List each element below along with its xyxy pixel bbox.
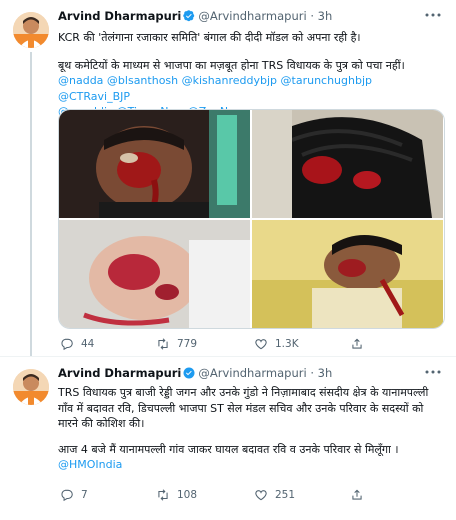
share-button[interactable] bbox=[350, 487, 364, 503]
mention-link[interactable]: @tarunchughbjp bbox=[281, 74, 373, 87]
tweet[interactable]: Arvind Dharmapuri @Arvindharmapuri · 3h T… bbox=[0, 356, 456, 520]
reply-icon bbox=[61, 338, 73, 351]
share-icon bbox=[352, 489, 362, 500]
verified-badge-icon bbox=[183, 367, 195, 382]
like-count: 1.3K bbox=[275, 338, 299, 350]
media-photo-2[interactable] bbox=[252, 110, 443, 218]
mention-link[interactable]: @blsanthosh bbox=[107, 74, 178, 87]
media-photo-4[interactable] bbox=[252, 220, 443, 328]
media-photo-1[interactable] bbox=[59, 110, 250, 218]
more-icon[interactable] bbox=[424, 8, 442, 22]
avatar[interactable] bbox=[13, 12, 49, 48]
thread-connector bbox=[30, 52, 32, 356]
like-icon bbox=[255, 490, 267, 501]
reply-icon bbox=[61, 489, 73, 502]
tweet[interactable]: Arvind Dharmapuri @Arvindharmapuri · 3h K… bbox=[0, 0, 456, 356]
mention-link[interactable]: @kishanreddybjp bbox=[182, 74, 277, 87]
tweet-header: Arvind Dharmapuri @Arvindharmapuri · 3h bbox=[58, 9, 418, 27]
author-name[interactable]: Arvind Dharmapuri bbox=[58, 366, 181, 380]
separator-dot: · bbox=[310, 9, 314, 23]
author-handle[interactable]: @Arvindharmapuri bbox=[198, 9, 306, 23]
tweet-line: KCR की 'तेलंगाना रजाकार समिति' बंगाल की … bbox=[58, 31, 361, 44]
timestamp[interactable]: 3h bbox=[318, 366, 333, 380]
like-button[interactable]: 1.3K bbox=[254, 336, 299, 352]
retweet-button[interactable]: 779 bbox=[156, 336, 197, 352]
mention-link[interactable]: @CTRavi_BJP bbox=[58, 90, 130, 103]
retweet-button[interactable]: 108 bbox=[156, 487, 197, 503]
reply-button[interactable]: 44 bbox=[60, 336, 94, 352]
like-count: 251 bbox=[275, 489, 296, 501]
mention-link[interactable]: @nadda bbox=[58, 74, 103, 87]
reply-count: 7 bbox=[81, 489, 88, 501]
like-icon bbox=[255, 339, 267, 350]
timestamp[interactable]: 3h bbox=[318, 9, 333, 23]
retweet-count: 108 bbox=[177, 489, 198, 501]
tweet-paragraph: आज 4 बजे मैं यानामपल्ली गांव जाकर घायल ब… bbox=[58, 442, 399, 456]
tweet-text: TRS विधायक पुत्र बाजी रेड्डी जगन और उनके… bbox=[58, 385, 444, 473]
reply-count: 44 bbox=[81, 338, 95, 350]
media-photo-3[interactable] bbox=[59, 220, 250, 328]
mention-list: @nadda @blsanthosh @kishanreddybjp @taru… bbox=[58, 73, 444, 104]
tweet-line: बूथ कमेटियों के माध्यम से भाजपा का मज़बू… bbox=[58, 58, 405, 72]
author-handle[interactable]: @Arvindharmapuri bbox=[198, 366, 306, 380]
tweet-paragraph: TRS विधायक पुत्र बाजी रेड्डी जगन और उनके… bbox=[58, 386, 429, 430]
like-button[interactable]: 251 bbox=[254, 487, 295, 503]
author-name[interactable]: Arvind Dharmapuri bbox=[58, 9, 181, 23]
timeline-feed: Arvind Dharmapuri @Arvindharmapuri · 3h K… bbox=[0, 0, 456, 519]
tweet-actions: 7 108 251 bbox=[58, 487, 443, 503]
retweet-icon bbox=[158, 489, 168, 501]
retweet-count: 779 bbox=[177, 338, 198, 350]
mention-link[interactable]: @HMOIndia bbox=[58, 458, 122, 471]
tweet-actions: 44 779 1.3K bbox=[58, 336, 443, 352]
separator-dot: · bbox=[310, 366, 314, 380]
share-button[interactable] bbox=[350, 336, 364, 352]
more-icon[interactable] bbox=[424, 365, 442, 379]
media-grid[interactable] bbox=[58, 109, 445, 329]
retweet-icon bbox=[158, 338, 168, 350]
reply-button[interactable]: 7 bbox=[60, 487, 88, 503]
tweet-text: KCR की 'तेलंगाना रजाकार समिति' बंगाल की … bbox=[58, 30, 444, 120]
avatar[interactable] bbox=[13, 369, 49, 405]
share-icon bbox=[352, 338, 362, 349]
verified-badge-icon bbox=[183, 10, 195, 25]
tweet-header: Arvind Dharmapuri @Arvindharmapuri · 3h bbox=[58, 366, 418, 384]
